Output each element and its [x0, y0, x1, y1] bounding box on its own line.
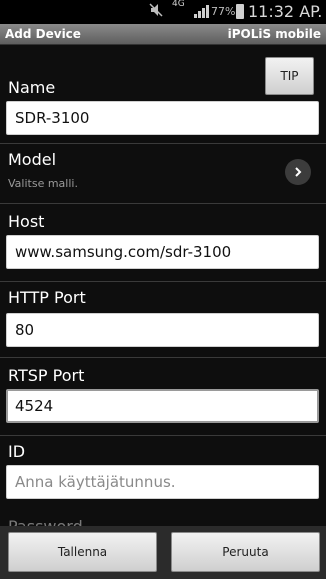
rtsp-port-label: RTSP Port [8, 366, 85, 385]
save-button[interactable]: Tallenna [8, 532, 157, 572]
password-label: Password [8, 517, 83, 526]
battery-percentage: 77% [211, 5, 236, 18]
chevron-right-icon [292, 163, 304, 182]
signal-icon [194, 4, 210, 21]
id-label: ID [8, 442, 26, 461]
host-label: Host [8, 212, 45, 231]
divider [0, 203, 326, 204]
bottom-bar: Tallenna Peruuta [0, 526, 326, 579]
cancel-button[interactable]: Peruuta [171, 532, 320, 572]
host-field[interactable]: www.samsung.com/sdr-3100 [6, 235, 319, 269]
divider [0, 435, 326, 436]
divider [0, 143, 326, 144]
status-bar: 4G 77% 11:32 AP. [0, 0, 326, 24]
http-port-label: HTTP Port [8, 288, 86, 307]
model-select-button[interactable] [285, 159, 311, 185]
http-port-field[interactable]: 80 [6, 313, 319, 347]
model-hint: Valitse malli. [8, 177, 78, 190]
app-name: iPOLiS mobile [227, 27, 321, 41]
battery-icon [236, 4, 244, 19]
add-device-form: TIP Name SDR-3100 Model Valitse malli. H… [0, 45, 326, 526]
model-label: Model [8, 150, 57, 169]
divider [0, 357, 326, 358]
mute-icon [148, 2, 164, 21]
title-bar: Add Device iPOLiS mobile [0, 24, 326, 45]
tip-button[interactable]: TIP [265, 57, 314, 95]
divider [0, 281, 326, 282]
page-title: Add Device [5, 27, 81, 41]
rtsp-port-field[interactable]: 4524 [6, 389, 319, 423]
name-field[interactable]: SDR-3100 [6, 101, 319, 135]
id-field[interactable]: Anna käyttäjätunnus. [6, 465, 319, 499]
name-label: Name [8, 78, 56, 97]
network-type: 4G [172, 0, 185, 9]
clock: 11:32 AP. [248, 2, 323, 21]
